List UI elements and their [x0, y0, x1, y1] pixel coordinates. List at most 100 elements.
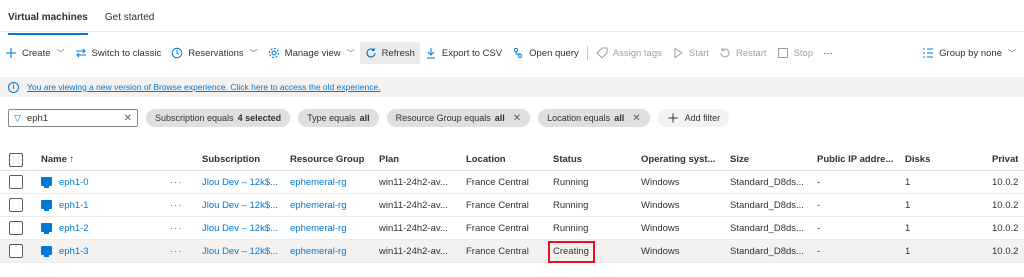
column-header-resource-group[interactable]: Resource Group	[290, 148, 364, 171]
start-button[interactable]: Start	[667, 42, 714, 64]
row-more-button[interactable]: ···	[170, 171, 183, 194]
old-experience-link[interactable]: You are viewing a new version of Browse …	[27, 82, 381, 92]
vm-name: eph1-0	[59, 177, 89, 188]
table-row[interactable]: eph1-1 ··· Jlou Dev – 12k$... ephemeral-…	[0, 194, 1024, 217]
subscription-filter-pill[interactable]: Subscription equals 4 selected	[146, 109, 291, 127]
export-csv-button[interactable]: Export to CSV	[420, 42, 507, 64]
remove-filter-icon[interactable]: ✕	[632, 113, 640, 124]
row-more-button[interactable]: ···	[170, 217, 183, 240]
resource-group-filter-pill[interactable]: Resource Group equals all ✕	[386, 109, 531, 127]
size-cell: Standard_D8ds...	[730, 177, 804, 188]
refresh-button[interactable]: Refresh	[359, 42, 420, 64]
switch-to-classic-button[interactable]: Switch to classic	[70, 42, 167, 64]
chevron-down-icon: ﹀	[249, 48, 258, 58]
type-filter-value: all	[359, 113, 370, 123]
remove-filter-icon[interactable]: ✕	[513, 113, 521, 124]
resource-group-link[interactable]: ephemeral-rg	[290, 240, 347, 263]
resource-group-link[interactable]: ephemeral-rg	[290, 171, 347, 194]
clear-icon[interactable]: ✕	[124, 113, 132, 124]
manage-view-button[interactable]: Manage view ﹀	[263, 42, 360, 64]
table-row[interactable]: eph1-0 ··· Jlou Dev – 12k$... ephemeral-…	[0, 171, 1024, 194]
location-cell: France Central	[466, 200, 529, 211]
disks-cell: 1	[905, 200, 911, 211]
filter-bar: ▽ eph1 ✕ Subscription equals 4 selected …	[8, 108, 730, 128]
vm-name-link[interactable]: eph1-1	[41, 194, 89, 217]
row-checkbox[interactable]	[9, 244, 23, 258]
row-checkbox[interactable]	[9, 198, 23, 212]
plan-cell: win11-24h2-av...	[379, 223, 448, 234]
subscription-link[interactable]: Jlou Dev – 12k$...	[202, 194, 278, 217]
type-filter-pill[interactable]: Type equals all	[298, 109, 379, 127]
export-csv-label: Export to CSV	[441, 47, 503, 59]
column-header-disks[interactable]: Disks	[905, 148, 930, 171]
column-header-size[interactable]: Size	[730, 148, 749, 171]
vm-name-link[interactable]: eph1-0	[41, 171, 89, 194]
resource-group-link[interactable]: ephemeral-rg	[290, 194, 347, 217]
subscription-link[interactable]: Jlou Dev – 12k$...	[202, 240, 278, 263]
more-actions-button[interactable]: ···	[818, 42, 838, 64]
table-row[interactable]: eph1-3 ··· Jlou Dev – 12k$... ephemeral-…	[0, 240, 1024, 263]
vm-name: eph1-1	[59, 200, 89, 211]
status-cell: Running	[553, 223, 589, 234]
virtual-machine-icon	[41, 246, 52, 257]
subscription-filter-value: 4 selected	[237, 113, 282, 123]
os-cell: Windows	[641, 177, 680, 188]
row-more-button[interactable]: ···	[170, 240, 183, 263]
group-list-icon	[922, 47, 934, 59]
status-cell: Running	[553, 177, 589, 188]
column-header-plan[interactable]: Plan	[379, 148, 399, 171]
column-header-name[interactable]: Name ↑	[41, 148, 74, 171]
disks-cell: 1	[905, 177, 911, 188]
subscription-link[interactable]: Jlou Dev – 12k$...	[202, 171, 278, 194]
add-filter-button[interactable]: Add filter	[657, 109, 730, 127]
column-header-os[interactable]: Operating syst...	[641, 148, 715, 171]
assign-tags-button[interactable]: Assign tags	[591, 42, 667, 64]
group-by-dropdown[interactable]: Group by none ﹀	[922, 42, 1016, 64]
private-ip-cell: 10.0.2	[992, 223, 1019, 234]
search-input[interactable]: ▽ eph1 ✕	[8, 109, 138, 127]
location-filter-value: all	[614, 113, 625, 123]
public-ip-cell: -	[817, 200, 821, 211]
column-header-location[interactable]: Location	[466, 148, 506, 171]
subscription-link[interactable]: Jlou Dev – 12k$...	[202, 217, 278, 240]
restart-button[interactable]: Restart	[714, 42, 772, 64]
disks-cell: 1	[905, 223, 911, 234]
column-header-public-ip[interactable]: Public IP addre...	[817, 148, 893, 171]
start-label: Start	[688, 47, 709, 59]
row-more-button[interactable]: ···	[170, 194, 183, 217]
query-icon	[512, 47, 524, 59]
switch-arrows-icon	[75, 47, 87, 59]
stop-button[interactable]: Stop	[772, 42, 819, 64]
size-cell: Standard_D8ds...	[730, 200, 804, 211]
vm-name-link[interactable]: eph1-3	[41, 240, 89, 263]
table-row[interactable]: eph1-2 ··· Jlou Dev – 12k$... ephemeral-…	[0, 217, 1024, 240]
tab-get-started[interactable]: Get started	[105, 6, 154, 32]
column-header-private-ip[interactable]: Privat	[992, 148, 1018, 171]
reservations-button[interactable]: Reservations ﹀	[166, 42, 262, 64]
row-checkbox[interactable]	[9, 221, 23, 235]
stop-icon	[777, 47, 789, 59]
tab-virtual-machines[interactable]: Virtual machines	[8, 6, 88, 35]
location-filter-pill[interactable]: Location equals all ✕	[538, 109, 650, 127]
page-tabs: Virtual machines Get started	[8, 6, 154, 35]
plan-cell: win11-24h2-av...	[379, 246, 448, 257]
column-header-status[interactable]: Status	[553, 148, 582, 171]
vm-name-link[interactable]: eph1-2	[41, 217, 89, 240]
row-checkbox[interactable]	[9, 175, 23, 189]
vm-name: eph1-2	[59, 223, 89, 234]
create-button[interactable]: Create ﹀	[0, 42, 70, 64]
plan-cell: win11-24h2-av...	[379, 177, 448, 188]
reservations-label: Reservations	[188, 47, 244, 59]
private-ip-cell: 10.0.2	[992, 200, 1019, 211]
size-cell: Standard_D8ds...	[730, 246, 804, 257]
manage-view-label: Manage view	[284, 47, 341, 59]
column-header-subscription[interactable]: Subscription	[202, 148, 260, 171]
select-all-checkbox[interactable]	[9, 153, 23, 167]
restart-label: Restart	[735, 47, 767, 59]
plan-cell: win11-24h2-av...	[379, 200, 448, 211]
private-ip-cell: 10.0.2	[992, 246, 1019, 257]
info-banner: i You are viewing a new version of Brows…	[0, 77, 1024, 97]
open-query-button[interactable]: Open query	[507, 42, 584, 64]
public-ip-cell: -	[817, 246, 821, 257]
resource-group-link[interactable]: ephemeral-rg	[290, 217, 347, 240]
